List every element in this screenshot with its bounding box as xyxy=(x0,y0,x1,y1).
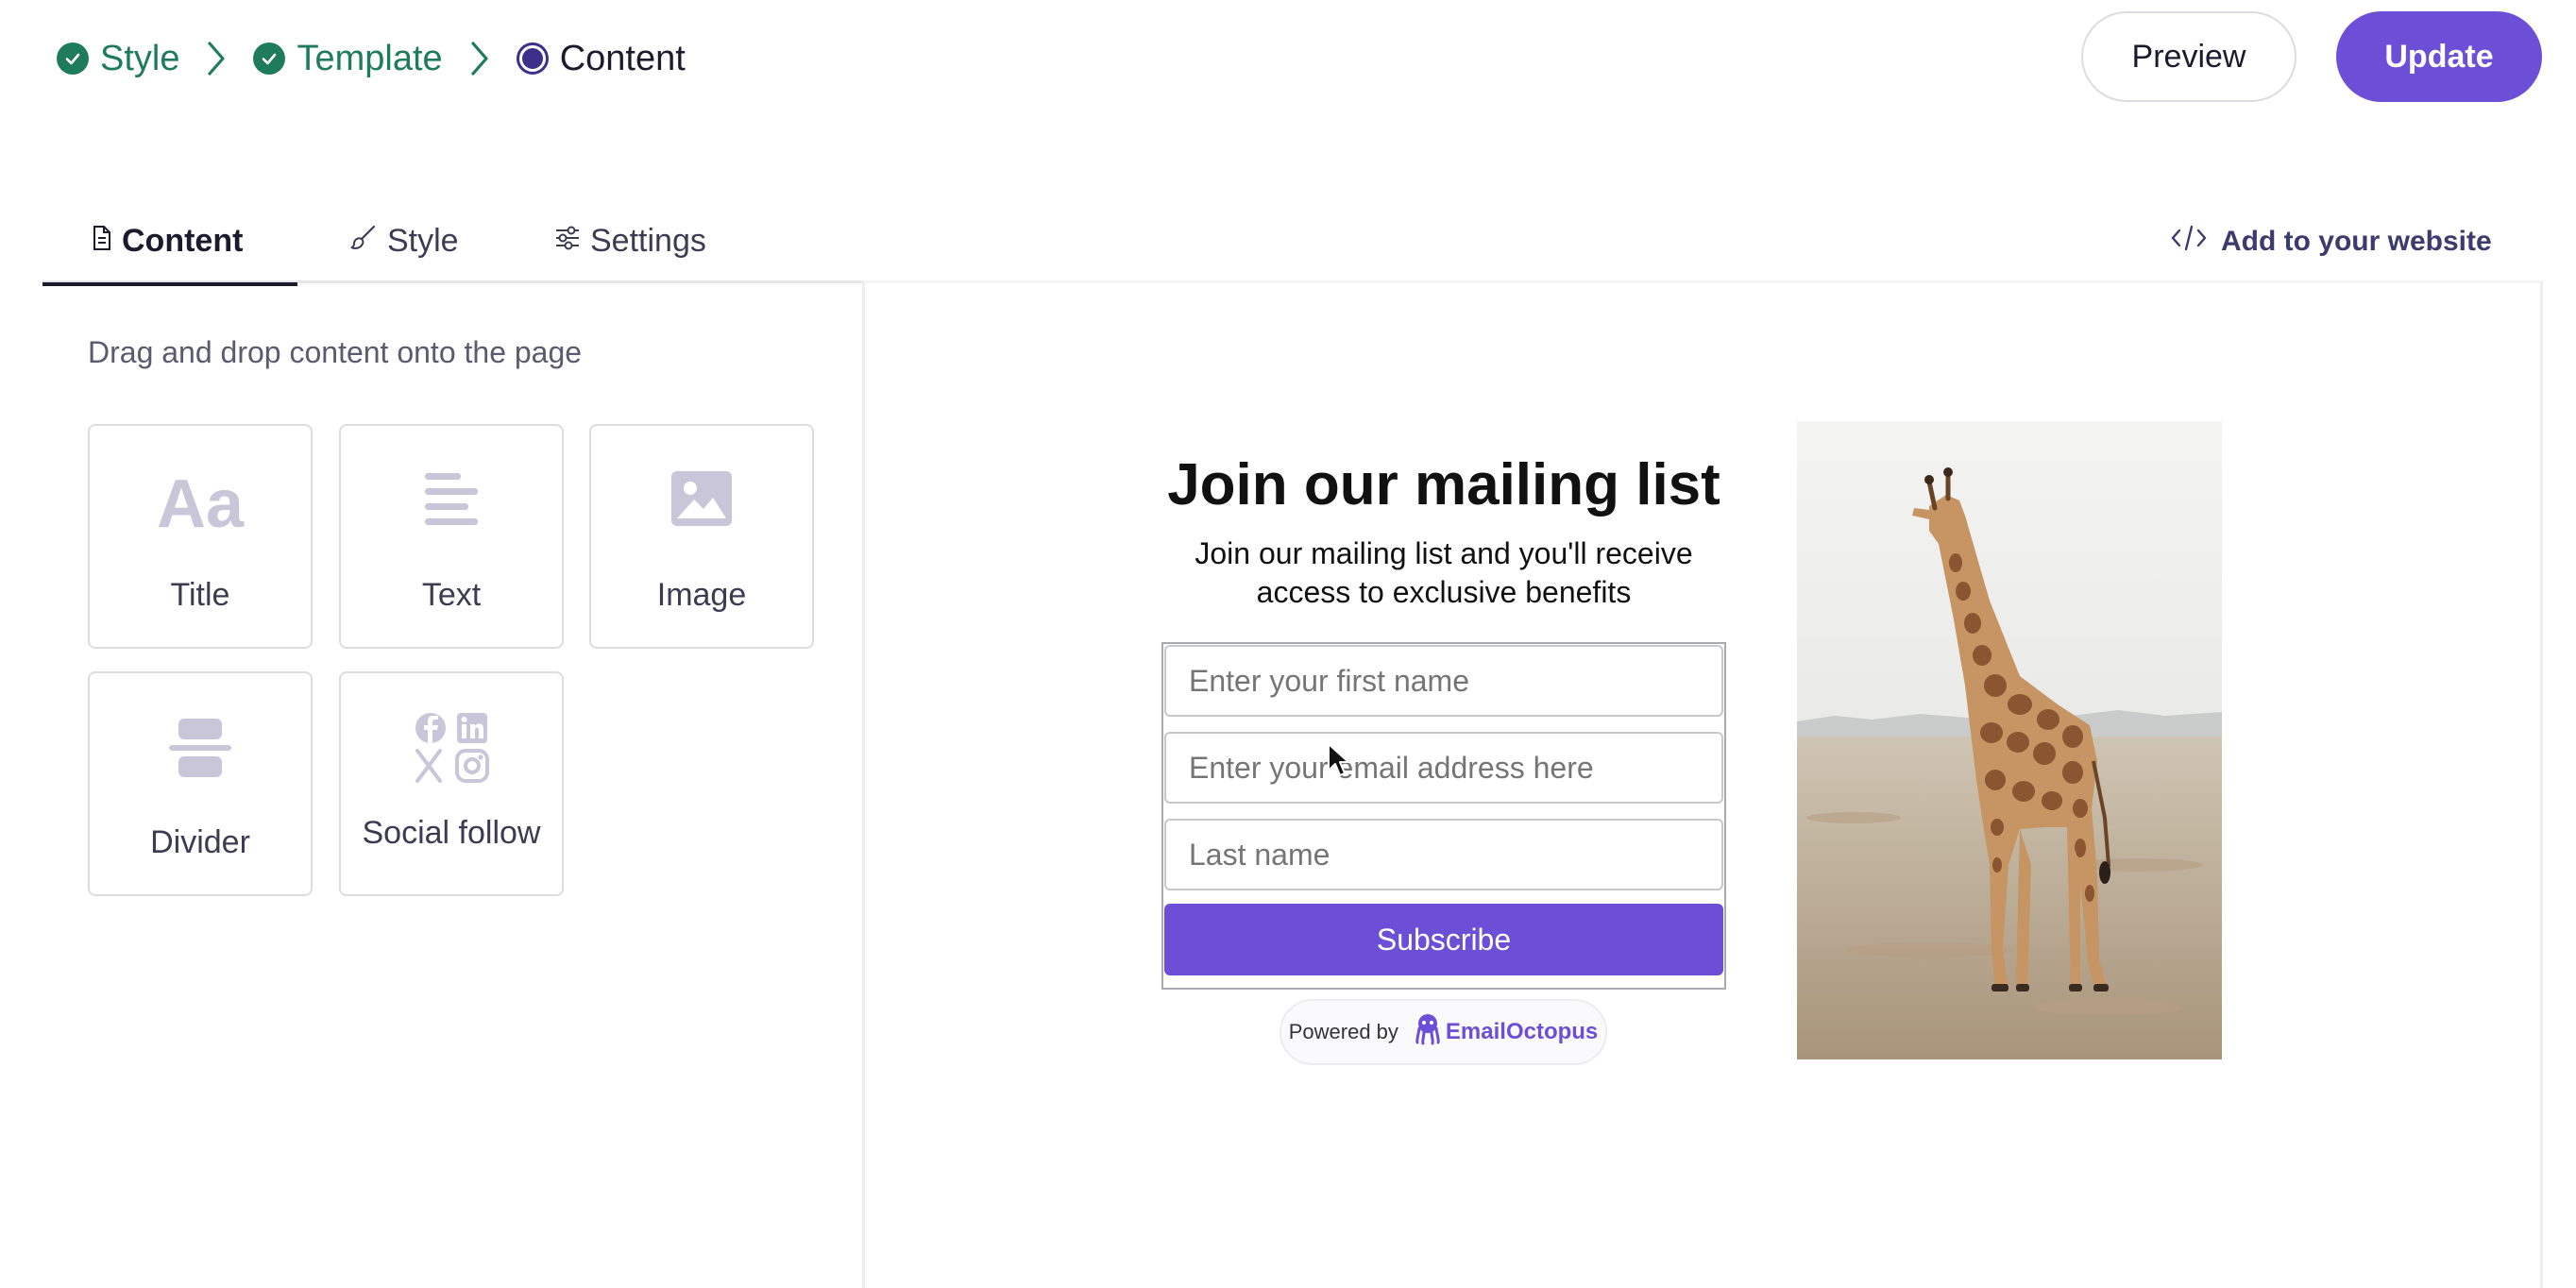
last-name-input[interactable] xyxy=(1164,819,1723,890)
text-lines-icon xyxy=(423,469,480,573)
form-title[interactable]: Join our mailing list xyxy=(1161,451,1726,518)
title-icon: Aa xyxy=(157,469,244,573)
panel-hint: Drag and drop content onto the page xyxy=(88,335,583,369)
tab-label: Settings xyxy=(590,222,706,259)
breadcrumb-step-label: Content xyxy=(559,38,686,78)
block-label: Text xyxy=(421,577,482,613)
facebook-icon xyxy=(415,713,446,743)
block-label: Social follow xyxy=(362,815,541,851)
divider-icon xyxy=(169,717,231,821)
image-icon xyxy=(669,469,734,573)
block-label: Divider xyxy=(150,824,250,860)
breadcrumb-step-template[interactable]: Template xyxy=(253,38,443,79)
email-input[interactable] xyxy=(1164,732,1723,804)
linkedin-icon xyxy=(457,713,487,743)
brand-name: EmailOctopus xyxy=(1445,1019,1599,1044)
breadcrumb-step-style[interactable]: Style xyxy=(57,39,179,79)
block-label: Image xyxy=(656,577,747,613)
update-button[interactable]: Update xyxy=(2336,11,2542,102)
sliders-icon xyxy=(554,223,590,260)
x-icon xyxy=(415,749,442,783)
breadcrumb-step-label: Style xyxy=(100,38,180,78)
powered-by-label: Powered by xyxy=(1288,1020,1398,1043)
chevron-right-icon xyxy=(206,40,227,77)
block-label: Title xyxy=(170,577,230,613)
check-circle-icon xyxy=(57,42,89,75)
block-image[interactable]: Image xyxy=(589,424,814,649)
document-icon xyxy=(92,223,122,260)
chevron-right-icon xyxy=(469,40,490,77)
breadcrumb-step-content[interactable]: Content xyxy=(516,38,686,79)
add-to-website-label: Add to your website xyxy=(2221,226,2492,257)
breadcrumb-step-label: Template xyxy=(297,38,443,78)
tab-settings[interactable]: Settings xyxy=(554,210,706,283)
brush-icon xyxy=(349,223,387,260)
preview-button[interactable]: Preview xyxy=(2081,11,2296,102)
tab-label: Style xyxy=(387,222,459,259)
form-subtitle[interactable]: Join our mailing list and you'll receive… xyxy=(1161,534,1726,612)
block-divider[interactable]: Divider xyxy=(88,671,313,896)
tab-style[interactable]: Style xyxy=(297,210,554,283)
block-title[interactable]: Aa Title xyxy=(88,424,313,649)
tab-content[interactable]: Content xyxy=(42,210,297,286)
current-step-icon xyxy=(516,42,549,75)
check-circle-icon xyxy=(253,42,286,75)
form-image[interactable] xyxy=(1797,421,2222,1059)
editor-tabs: Content Style Settings xyxy=(42,210,862,286)
code-icon xyxy=(2170,223,2221,261)
block-social-follow[interactable]: Social follow xyxy=(339,671,564,896)
first-name-input[interactable] xyxy=(1164,645,1723,717)
social-icons xyxy=(414,711,489,815)
title-glyph: Aa xyxy=(156,466,245,542)
block-text[interactable]: Text xyxy=(339,424,564,649)
powered-by-badge[interactable]: Powered by EmailOctopus xyxy=(1280,999,1607,1065)
add-to-website-link[interactable]: Add to your website xyxy=(2170,223,2492,261)
instagram-icon xyxy=(455,749,489,783)
tab-label: Content xyxy=(122,222,244,259)
subscribe-button[interactable]: Subscribe xyxy=(1164,904,1723,975)
breadcrumb: Style Template Content xyxy=(57,32,686,85)
mouse-cursor-icon xyxy=(1327,742,1351,783)
form-subtitle-line: access to exclusive benefits xyxy=(1256,575,1632,609)
octopus-logo-icon xyxy=(1398,1013,1440,1051)
form-subtitle-line: Join our mailing list and you'll receive xyxy=(1195,536,1693,570)
